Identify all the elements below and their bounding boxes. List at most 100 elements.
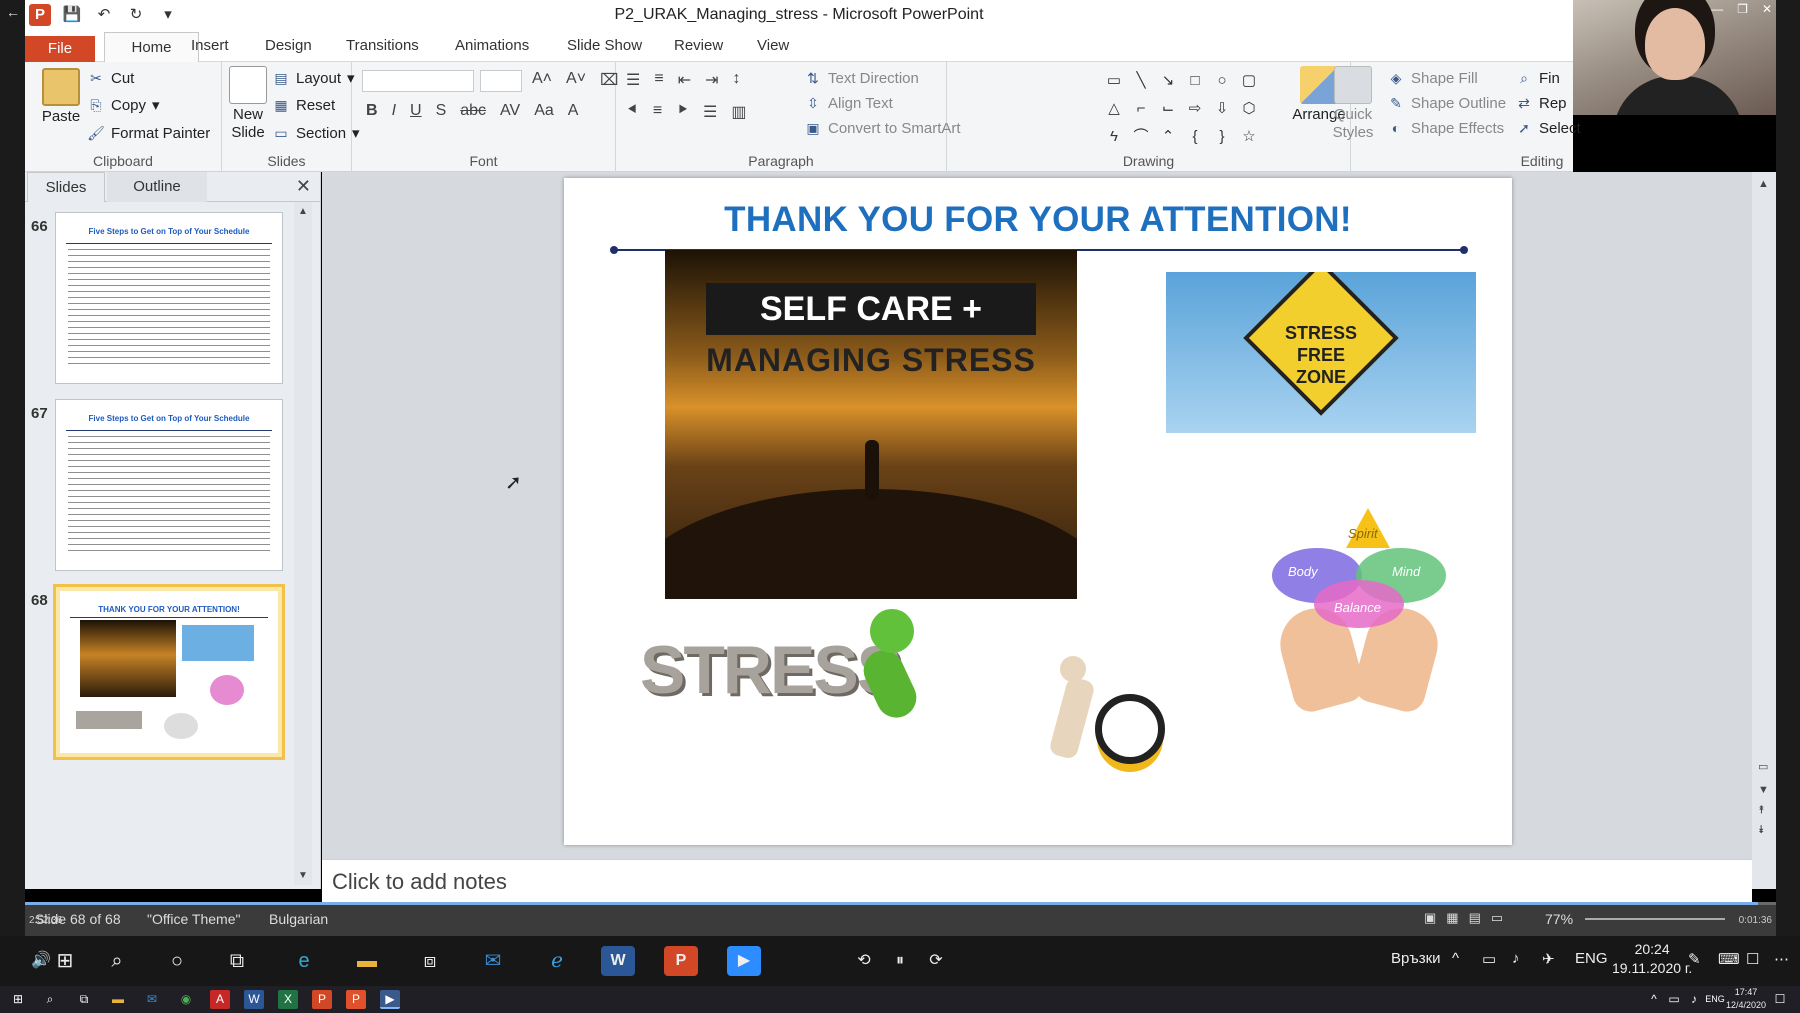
notes-placeholder[interactable]: Click to add notes xyxy=(332,869,507,895)
shape-outline-button[interactable]: ✎ Shape Outline xyxy=(1387,94,1506,112)
star-shape-icon[interactable]: ☆ xyxy=(1238,126,1260,148)
shadow-icon[interactable]: S xyxy=(436,102,447,120)
font-size-combo[interactable] xyxy=(480,70,522,92)
language-indicator[interactable]: Bulgarian xyxy=(269,911,328,927)
file-explorer-icon[interactable]: ▬ xyxy=(350,946,384,976)
char-spacing-icon[interactable]: AV xyxy=(500,102,520,120)
pause-icon[interactable]: ⏸ xyxy=(883,946,917,976)
tab-insert[interactable]: Insert xyxy=(191,37,229,54)
right-arrow-shape-icon[interactable]: ⇨ xyxy=(1184,98,1206,120)
chrome-icon[interactable]: ◉ xyxy=(176,990,196,1009)
tab-file[interactable]: File xyxy=(25,36,95,62)
search-icon[interactable]: ⌕ xyxy=(40,990,60,1009)
right-brace-shape-icon[interactable]: } xyxy=(1211,126,1233,148)
selfcare-image[interactable]: SELF CARE + MANAGING STRESS xyxy=(665,250,1077,599)
shrink-font-icon[interactable]: A˅ xyxy=(566,70,586,90)
action-center-icon[interactable]: ☐ xyxy=(1770,990,1790,1009)
bullets-icon[interactable]: ☰ xyxy=(626,70,640,90)
shapes-gallery[interactable]: ▭ ╲ ↘ □ ○ ▢ △ ⌐ ⌙ ⇨ ⇩ ⬡ ϟ ⌒ ⌃{} ☆ xyxy=(1103,70,1267,148)
clock-man-image[interactable] xyxy=(1000,656,1190,784)
powerpoint-slideshow-icon[interactable]: P xyxy=(346,990,366,1009)
taskbar-clock[interactable]: 17:47 12/4/2020 xyxy=(1726,986,1766,1012)
copy-dropdown-icon[interactable]: ▾ xyxy=(152,96,160,114)
shape-fill-button[interactable]: ◈ Shape Fill xyxy=(1387,69,1478,87)
start-icon[interactable]: ⊞ xyxy=(48,946,82,976)
bold-icon[interactable]: B xyxy=(366,102,378,120)
textbox-shape-icon[interactable]: ▭ xyxy=(1103,70,1125,92)
previous-slide-icon[interactable]: ⯭ xyxy=(1758,804,1765,817)
tab-design[interactable]: Design xyxy=(265,37,312,54)
zoom-level[interactable]: 77% xyxy=(1545,911,1573,927)
restore-icon[interactable]: ❐ xyxy=(1737,2,1748,16)
triangle-shape-icon[interactable]: △ xyxy=(1103,98,1125,120)
increase-indent-icon[interactable]: ⇥ xyxy=(705,70,718,90)
zoom-slider[interactable] xyxy=(1585,918,1725,920)
arc-shape-icon[interactable]: ⌃ xyxy=(1157,126,1179,148)
decrease-indent-icon[interactable]: ⇤ xyxy=(678,70,691,90)
powerpoint-icon[interactable]: P xyxy=(312,990,332,1009)
quick-styles-button[interactable]: Quick Styles xyxy=(1326,66,1380,142)
scroll-down-icon[interactable]: ▼ xyxy=(298,870,308,881)
underline-icon[interactable]: U xyxy=(410,102,422,120)
task-view-icon[interactable]: ⧉ xyxy=(220,946,254,976)
arrow-line-shape-icon[interactable]: ↘ xyxy=(1157,70,1179,92)
tab-view[interactable]: View xyxy=(757,37,789,54)
rectangle-shape-icon[interactable]: □ xyxy=(1184,70,1206,92)
mail-icon[interactable]: ✉ xyxy=(476,946,510,976)
oval-shape-icon[interactable]: ○ xyxy=(1211,70,1233,92)
reset-button[interactable]: ▦ Reset xyxy=(272,96,335,114)
pane-close-icon[interactable]: ✕ xyxy=(296,176,311,197)
reading-view-icon[interactable]: ▤ xyxy=(1469,910,1481,926)
shape-effects-button[interactable]: ◐ Shape Effects xyxy=(1387,119,1504,137)
acrobat-icon[interactable]: A xyxy=(210,990,230,1009)
scroll-up-icon[interactable]: ▲ xyxy=(1758,178,1769,190)
notes-pane[interactable]: Click to add notes xyxy=(322,859,1752,902)
forward-icon[interactable]: ⟳ xyxy=(919,946,953,976)
justify-icon[interactable]: ☰ xyxy=(703,102,717,122)
next-slide-icon[interactable]: ⯯ xyxy=(1758,824,1765,837)
rewind-icon[interactable]: ⟲ xyxy=(847,946,881,976)
tab-review[interactable]: Review xyxy=(674,37,723,54)
align-text-button[interactable]: ⇳ Align Text xyxy=(804,94,893,112)
tab-transitions[interactable]: Transitions xyxy=(346,37,419,54)
align-right-icon[interactable]: ⯈ xyxy=(676,102,689,122)
cortana-icon[interactable]: ○ xyxy=(160,946,194,976)
italic-icon[interactable]: I xyxy=(392,102,396,120)
tray-chevron-icon[interactable]: ^ xyxy=(1644,990,1664,1009)
scroll-down-icon[interactable]: ▼ xyxy=(1758,784,1769,796)
stress-word-image[interactable]: STRESS xyxy=(640,609,940,725)
powerpoint-icon[interactable]: P xyxy=(664,946,698,976)
numbering-icon[interactable]: ≡ xyxy=(654,70,663,90)
links-toolbar-label[interactable]: Връзки xyxy=(1391,950,1441,967)
edge-icon[interactable]: e xyxy=(287,946,321,976)
slide-thumbnail-66[interactable]: Five Steps to Get on Top of Your Schedul… xyxy=(55,212,283,384)
select-button[interactable]: ➚ Select xyxy=(1515,119,1581,137)
more-icon[interactable]: ⋯ xyxy=(1774,950,1789,968)
left-brace-shape-icon[interactable]: { xyxy=(1184,126,1206,148)
notifications-icon[interactable]: ☐ xyxy=(1746,950,1759,968)
normal-view-icon[interactable]: ▣ xyxy=(1424,910,1436,926)
search-icon[interactable]: ⌕ xyxy=(100,946,134,976)
paste-button[interactable]: Paste xyxy=(31,68,91,126)
font-name-combo[interactable] xyxy=(362,70,474,92)
copy-button[interactable]: ⎘ Copy ▾ xyxy=(87,96,160,115)
curve-shape-icon[interactable]: ⌒ xyxy=(1130,126,1152,148)
tab-animations[interactable]: Animations xyxy=(455,37,529,54)
hexagon-shape-icon[interactable]: ⬡ xyxy=(1238,98,1260,120)
speaker-icon[interactable]: ♪ xyxy=(1512,950,1520,967)
mail-icon[interactable]: ✉ xyxy=(142,990,162,1009)
section-button[interactable]: ▭ Section ▾ xyxy=(272,124,359,143)
back-arrow-icon[interactable]: ← xyxy=(6,4,20,20)
canvas-scrollbar[interactable]: ▲ ▭ ▼ ⯭ ⯯ xyxy=(1752,172,1776,889)
pen-icon[interactable]: ✎ xyxy=(1688,950,1701,968)
excel-icon[interactable]: X xyxy=(278,990,298,1009)
format-painter-button[interactable]: 🖌 Format Painter xyxy=(87,124,210,142)
network-icon[interactable]: ✈ xyxy=(1542,950,1555,968)
video-player-icon[interactable]: ▶ xyxy=(380,990,400,1009)
slide-thumbnail-67[interactable]: Five Steps to Get on Top of Your Schedul… xyxy=(55,399,283,571)
overlay-clock[interactable]: 20:24 19.11.2020 г. xyxy=(1612,940,1692,978)
text-direction-button[interactable]: ⇅ Text Direction xyxy=(804,69,919,87)
change-case-icon[interactable]: Aa xyxy=(534,102,554,120)
convert-smartart-button[interactable]: ▣ Convert to SmartArt xyxy=(804,119,960,137)
tray-chevron-icon[interactable]: ^ xyxy=(1452,950,1459,967)
